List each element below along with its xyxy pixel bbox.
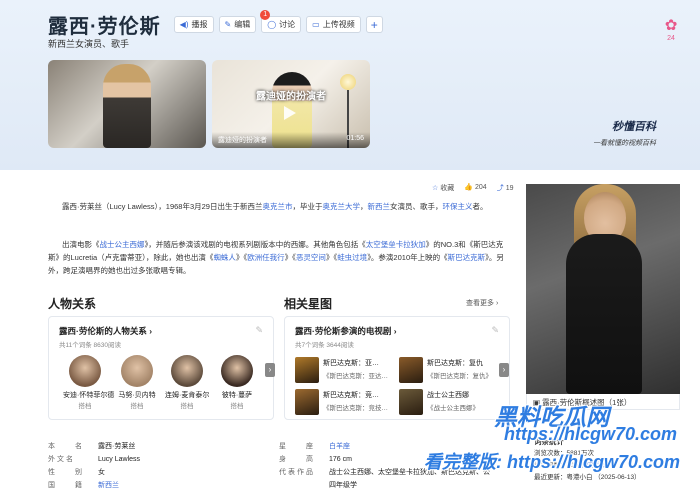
page-subtitle: 新西兰女演员、歌手 xyxy=(48,39,130,49)
page-title: 露西·劳伦斯 xyxy=(48,16,161,38)
pencil-icon: ✎ xyxy=(224,20,232,29)
intro-link[interactable]: 恶灵空间 xyxy=(296,253,326,262)
intro-text: 》《 xyxy=(284,253,296,262)
work-cover xyxy=(295,389,319,415)
flower-icon: ✿ xyxy=(664,17,678,34)
speaker-icon: ◀) xyxy=(179,20,189,29)
video-thumbnail-person xyxy=(103,64,151,148)
avatar xyxy=(171,355,203,387)
discuss-button[interactable]: 1 ◯ 讨论 xyxy=(260,10,302,33)
stars-card-title[interactable]: 露西·劳伦斯参演的电视剧 › xyxy=(295,325,397,337)
video-caption-bar: 露迪娅的扮演者 01:56 xyxy=(212,132,370,148)
relation-person[interactable]: 连姆·麦肯泰尔 搭档 xyxy=(165,355,209,410)
thumbs-up-icon: 👍 xyxy=(464,184,473,191)
flower-count: 24 xyxy=(667,35,675,42)
intro-link[interactable]: 斯巴达克斯 xyxy=(448,253,486,262)
flower-widget[interactable]: ✿ 24 xyxy=(660,16,682,42)
intro-link[interactable]: 新西兰 xyxy=(367,202,390,211)
intro-text: 出演电影《 xyxy=(62,240,100,249)
intro-text: 女演员、歌手， xyxy=(389,202,443,211)
relation-person[interactable]: 彼特·蔓萨 搭档 xyxy=(215,355,259,410)
intro-link[interactable]: 蜘蛛人 xyxy=(213,253,236,262)
photo-body xyxy=(566,234,642,394)
work-cover xyxy=(399,357,423,383)
chat-icon: ◯ xyxy=(267,20,277,29)
collect-button[interactable]: ☆ 收藏 xyxy=(432,183,454,193)
intro-text: 露西·劳莱丝（Lucy Lawless），1968年3月29日出生于新西兰 xyxy=(62,202,263,211)
video-duration: 01:56 xyxy=(346,135,364,142)
relations-card: 露西·劳伦斯的人物关系 › 共11个词条 8630阅读 ✎ 安迪·怀特菲尔德 搭… xyxy=(48,316,275,420)
work-cover xyxy=(399,389,423,415)
info-row: 国 籍 新西兰 四年级学 xyxy=(48,482,357,489)
intro-link[interactable]: 太空堡垒卡拉狄加 xyxy=(366,240,426,249)
intro-text: 者。 xyxy=(472,202,488,211)
upload-video-button[interactable]: ▭ 上传视频 xyxy=(306,16,361,33)
avatar xyxy=(69,355,101,387)
lamp-icon xyxy=(340,74,356,90)
play-icon[interactable] xyxy=(284,106,296,120)
next-arrow-button[interactable]: › xyxy=(499,363,509,377)
edit-button[interactable]: ✎ 编辑 xyxy=(218,16,257,33)
star-icon: ☆ xyxy=(432,185,439,192)
intro-link[interactable]: 欧洲任我行 xyxy=(247,253,285,262)
work-item[interactable]: 斯巴达克斯：亚… 《斯巴达克斯：亚达… xyxy=(295,357,395,383)
share-icon: ⤴ xyxy=(496,185,504,192)
relation-person[interactable]: 马努·贝内特 搭档 xyxy=(115,355,159,410)
intro-paragraph-1: 露西·劳莱丝（Lucy Lawless），1968年3月29日出生于新西兰奥克兰… xyxy=(48,200,510,213)
relations-section-title: 人物关系 xyxy=(48,297,97,311)
brand-slogan: 一看就懂的视频百科 xyxy=(593,140,656,147)
intro-link[interactable]: 蛙虫过境 xyxy=(337,253,367,262)
relations-card-meta: 共11个词条 8630阅读 xyxy=(59,342,122,349)
intro-text: 》《 xyxy=(235,253,248,262)
work-item[interactable]: 斯巴达克斯：竞… 《斯巴达克斯：竞技… xyxy=(295,389,395,415)
summary-photo[interactable] xyxy=(526,184,680,394)
work-item[interactable]: 斯巴达克斯：复仇 《斯巴达克斯：复仇》 xyxy=(399,357,499,383)
intro-link[interactable]: 奥克兰大学 xyxy=(322,202,360,211)
video-card-2[interactable]: 露迪娅的扮演者 露迪娅的扮演者 01:56 xyxy=(212,60,370,148)
edit-icon[interactable]: ✎ xyxy=(255,325,263,336)
intro-text: 》《 xyxy=(325,253,338,262)
view-more-link[interactable]: 查看更多 › xyxy=(466,298,498,308)
video-caption: 露迪娅的扮演者 xyxy=(218,137,267,144)
work-cover xyxy=(295,357,319,383)
avatar xyxy=(121,355,153,387)
chevron-right-icon: › xyxy=(495,300,499,307)
audio-button[interactable]: ◀) 播报 xyxy=(173,16,214,33)
intro-link[interactable]: 环保主义 xyxy=(442,202,472,211)
like-button[interactable]: 👍 204 xyxy=(464,183,486,193)
action-bar: ☆ 收藏 👍 204 ⤴ 19 xyxy=(432,183,513,193)
relation-person[interactable]: 安迪·怀特菲尔德 搭档 xyxy=(63,355,114,410)
stars-card: 露西·劳伦斯参演的电视剧 › 共7个词条 3644阅读 ✎ 斯巴达克斯：亚… 《… xyxy=(284,316,510,420)
add-button[interactable]: + xyxy=(365,16,383,33)
avatar xyxy=(221,355,253,387)
brand-logo: 秒懂百科 xyxy=(612,121,656,133)
edit-icon[interactable]: ✎ xyxy=(491,325,499,336)
watermark-line-3: 看完整版: https://hlcgw70.com xyxy=(424,452,681,472)
stars-card-meta: 共7个词条 3644阅读 xyxy=(295,342,354,349)
video-icon: ▭ xyxy=(312,20,320,29)
share-button[interactable]: ⤴ 19 xyxy=(497,183,514,193)
next-arrow-button[interactable]: › xyxy=(265,363,275,377)
stars-section-title: 相关星图 xyxy=(284,297,333,311)
intro-link[interactable]: 奥克兰市 xyxy=(262,202,292,211)
intro-paragraph-2: 出演电影《战士公主西娜》，并随后参演该戏剧的电视系列剧版本中的西娜。其他角色包括… xyxy=(48,238,510,277)
watermark-line-2: https://hlcgw70.com xyxy=(504,424,678,444)
title-row: 露西·劳伦斯 ◀) 播报 ✎ 编辑 1 ◯ 讨论 ▭ 上传视频 + xyxy=(48,10,383,39)
video-center-title: 露迪娅的扮演者 xyxy=(256,91,326,103)
discuss-badge: 1 xyxy=(260,10,271,20)
intro-text: ，毕业于 xyxy=(292,202,323,211)
intro-text: 》，并随后参演该戏剧的电视系列剧版本中的西娜。其他角色包括《 xyxy=(144,240,366,249)
video-card-1[interactable] xyxy=(48,60,206,148)
intro-link[interactable]: 战士公主西娜 xyxy=(100,240,145,249)
intro-text: 》。参演2010年上映的《 xyxy=(367,253,448,262)
work-item[interactable]: 战士公主西娜 《战士公主西娜》 xyxy=(399,389,499,415)
relations-card-title[interactable]: 露西·劳伦斯的人物关系 › xyxy=(59,325,152,337)
